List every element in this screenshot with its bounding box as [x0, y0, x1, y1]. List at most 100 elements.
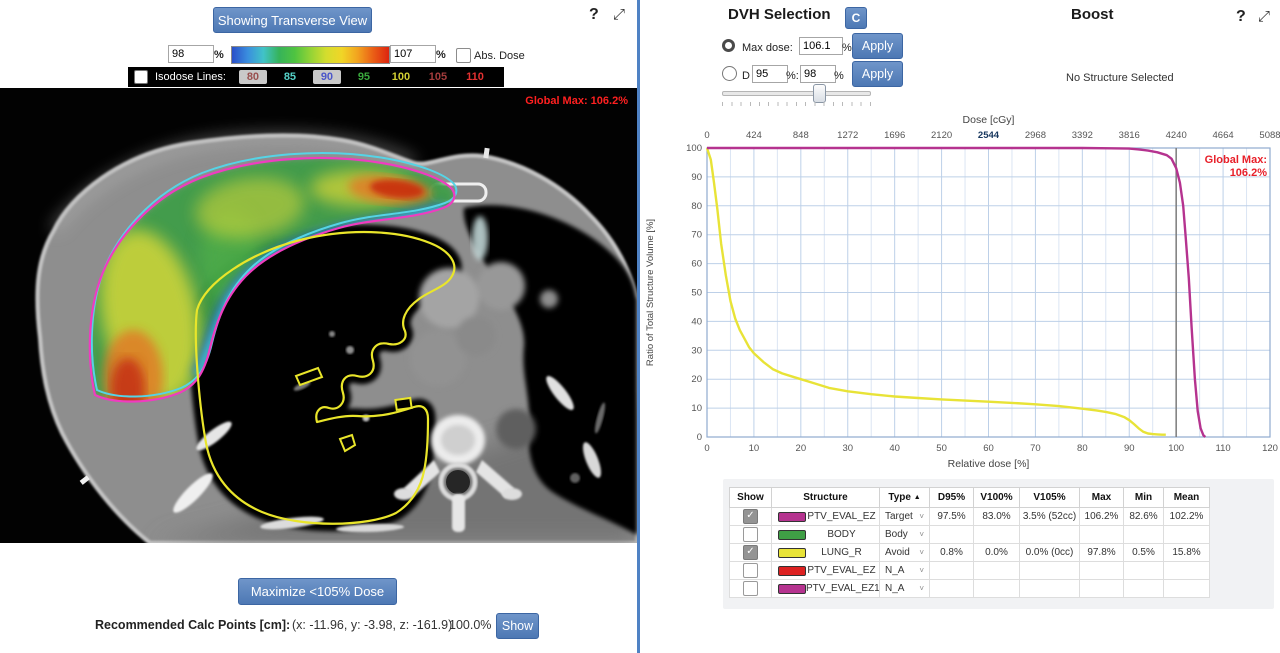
cell-max: 97.8% [1080, 544, 1124, 562]
structure-color-swatch [778, 512, 806, 522]
ct-viewport[interactable]: Global Max: 106.2% [0, 88, 637, 543]
col-show[interactable]: Show [730, 488, 772, 508]
isodose-level-95[interactable]: 95 [350, 70, 378, 84]
col-mean[interactable]: Mean [1164, 488, 1210, 508]
chevron-down-icon: ˅ [919, 512, 924, 521]
svg-text:70: 70 [1030, 443, 1041, 454]
no-structure-text: No Structure Selected [1066, 72, 1174, 84]
col-v105[interactable]: V105% [1020, 488, 1080, 508]
max-dose-radio[interactable] [722, 39, 735, 52]
d-metric-value2-input[interactable] [800, 65, 836, 83]
svg-text:80: 80 [1077, 443, 1088, 454]
structure-color-swatch [778, 530, 806, 540]
structure-visible-checkbox[interactable] [743, 581, 758, 596]
max-dose-input[interactable] [799, 37, 843, 55]
structure-visible-checkbox[interactable]: ✓ [743, 509, 758, 524]
application-window: Showing Transverse View ? ⤢ % % Abs. Dos… [0, 0, 1280, 653]
type-dropdown[interactable]: N_A˅ [882, 583, 927, 594]
dvh-selection-title: DVH Selection [728, 6, 831, 23]
structure-visible-checkbox[interactable]: ✓ [743, 545, 758, 560]
table-row[interactable]: PTV_EVAL_EZ1 N_A˅ [730, 580, 1210, 598]
maximize-dose-button[interactable]: Maximize <105% Dose [238, 578, 397, 605]
calc-points-percent: 100.0% [449, 618, 491, 632]
type-dropdown[interactable]: Target˅ [882, 511, 927, 522]
help-icon[interactable]: ? [589, 6, 599, 24]
cell-v100 [974, 562, 1020, 580]
cell-d95: 97.5% [930, 508, 974, 526]
d-metric-value-input[interactable] [752, 65, 788, 83]
structure-visible-checkbox[interactable] [743, 527, 758, 542]
table-header-row: Show Structure Type ▲ D95% V100% V105% M… [730, 488, 1210, 508]
chevron-down-icon: ˅ [919, 584, 924, 593]
expand-icon-right[interactable]: ⤢ [1258, 8, 1270, 25]
isodose-level-85[interactable]: 85 [276, 70, 304, 84]
cell-d95 [930, 526, 974, 544]
svg-text:4240: 4240 [1166, 130, 1187, 141]
colormap-max-unit: % [436, 49, 446, 61]
col-min[interactable]: Min [1124, 488, 1164, 508]
structures-table: Show Structure Type ▲ D95% V100% V105% M… [729, 487, 1210, 598]
expand-icon[interactable]: ⤢ [613, 6, 625, 23]
table-row[interactable]: BODY Body˅ [730, 526, 1210, 544]
isodose-level-105[interactable]: 105 [424, 70, 452, 84]
colormap-min-input[interactable] [168, 45, 214, 63]
structure-name: PTV_EVAL_EZ [806, 565, 877, 576]
type-dropdown[interactable]: Body˅ [882, 529, 927, 540]
sort-ascending-icon: ▲ [914, 494, 921, 501]
table-row[interactable]: ✓ PTV_EVAL_EZ Target˅ 97.5% 83.0% 3.5% (… [730, 508, 1210, 526]
svg-text:4664: 4664 [1213, 130, 1234, 141]
structure-visible-checkbox[interactable] [743, 563, 758, 578]
cell-v100 [974, 526, 1020, 544]
max-dose-label: Max dose: [742, 42, 793, 54]
table-row[interactable]: PTV_EVAL_EZ N_A˅ [730, 562, 1210, 580]
svg-text:424: 424 [746, 130, 762, 141]
svg-text:80: 80 [691, 201, 702, 212]
table-row[interactable]: ✓ LUNG_R Avoid˅ 0.8% 0.0% 0.0% (0cc) 97.… [730, 544, 1210, 562]
calc-points-label: Recommended Calc Points [cm]: [95, 618, 290, 632]
type-dropdown[interactable]: Avoid˅ [882, 547, 927, 558]
svg-text:50: 50 [936, 443, 947, 454]
d-metric-radio[interactable] [722, 66, 737, 81]
svg-text:60: 60 [983, 443, 994, 454]
colormap-min-unit: % [214, 49, 224, 61]
dose-slider-thumb[interactable] [813, 84, 826, 103]
cell-min: 0.5% [1124, 544, 1164, 562]
view-toggle-button[interactable]: Showing Transverse View [213, 7, 372, 33]
svg-text:90: 90 [1124, 443, 1135, 454]
d-metric-unit: %: [786, 70, 799, 82]
cell-min: 82.6% [1124, 508, 1164, 526]
apply-d-metric-button[interactable]: Apply [852, 61, 903, 87]
svg-text:2968: 2968 [1025, 130, 1046, 141]
svg-text:70: 70 [691, 230, 702, 241]
show-calc-points-button[interactable]: Show [496, 613, 539, 639]
col-max[interactable]: Max [1080, 488, 1124, 508]
isodose-level-100[interactable]: 100 [387, 70, 415, 84]
abs-dose-checkbox[interactable] [456, 48, 471, 63]
help-icon-right[interactable]: ? [1236, 8, 1246, 26]
isodose-lines-label: Isodose Lines: [155, 71, 226, 83]
col-type-label: Type [888, 492, 911, 503]
isodose-lines-checkbox[interactable] [134, 70, 148, 84]
cell-v105: 0.0% (0cc) [1020, 544, 1080, 562]
dose-slider-track[interactable] [722, 91, 871, 96]
col-v100[interactable]: V100% [974, 488, 1020, 508]
isodose-level-110[interactable]: 110 [461, 70, 489, 84]
col-structure[interactable]: Structure [772, 488, 880, 508]
svg-text:106.2%: 106.2% [1230, 167, 1268, 179]
colormap-max-input[interactable] [390, 45, 436, 63]
apply-max-dose-button[interactable]: Apply [852, 33, 903, 59]
type-dropdown[interactable]: N_A˅ [882, 565, 927, 576]
d-metric-label: D [742, 70, 750, 82]
isodose-level-90[interactable]: 90 [313, 70, 341, 84]
cell-max: 106.2% [1080, 508, 1124, 526]
cell-mean: 15.8% [1164, 544, 1210, 562]
chevron-down-icon: ˅ [919, 530, 924, 539]
col-type[interactable]: Type ▲ [880, 488, 930, 508]
cell-max [1080, 562, 1124, 580]
isodose-level-80[interactable]: 80 [239, 70, 267, 84]
cell-v100: 0.0% [974, 544, 1020, 562]
col-d95[interactable]: D95% [930, 488, 974, 508]
c-button[interactable]: C [845, 7, 867, 29]
svg-text:20: 20 [796, 443, 807, 454]
cell-mean: 102.2% [1164, 508, 1210, 526]
